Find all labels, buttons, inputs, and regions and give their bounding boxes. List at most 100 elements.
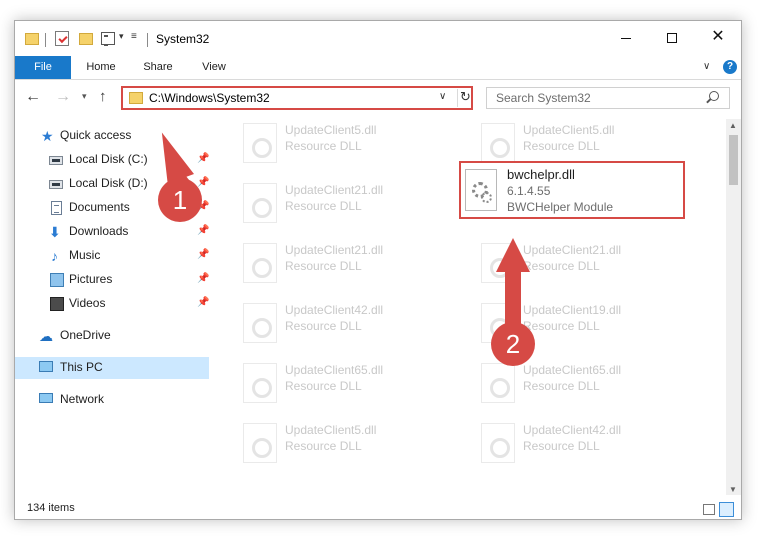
cloud-icon: ☁ [39, 328, 53, 344]
music-icon: ♪ [51, 248, 58, 264]
minimize-button[interactable] [603, 21, 649, 53]
view-options-icon[interactable] [101, 32, 115, 46]
file-item[interactable]: UpdateClient21.dll Resource DLL [473, 235, 703, 285]
file-item[interactable]: UpdateClient65.dll Resource DLL [235, 355, 465, 405]
file-version: 6.1.4.55 [507, 184, 551, 198]
sidebar-item-label: Music [69, 248, 101, 262]
back-arrow-icon[interactable]: ← [25, 88, 41, 106]
file-description: Resource DLL [285, 259, 362, 273]
sidebar-item-label: Local Disk (D:) [69, 176, 148, 190]
file-item[interactable]: UpdateClient42.dll Resource DLL [473, 415, 703, 465]
sidebar-item-label: Downloads [69, 224, 129, 238]
search-box[interactable]: Search System32 [486, 87, 730, 109]
file-description: Resource DLL [285, 319, 362, 333]
file-name: UpdateClient65.dll [285, 363, 384, 377]
file-name: UpdateClient19.dll [523, 303, 622, 317]
expand-ribbon-icon[interactable]: ∨ [703, 61, 710, 72]
sidebar-item-label: Network [60, 392, 105, 406]
properties-icon[interactable] [55, 31, 69, 46]
file-name: UpdateClient21.dll [285, 183, 384, 197]
documents-icon [51, 201, 62, 215]
file-description: Resource DLL [285, 139, 362, 153]
file-item[interactable]: UpdateClient42.dll Resource DLL [235, 295, 465, 345]
file-description: BWCHelper Module [507, 200, 614, 214]
pin-icon[interactable]: 📌 [197, 177, 209, 188]
file-description: Resource DLL [285, 199, 362, 213]
pin-icon[interactable]: 📌 [197, 225, 209, 236]
tab-home[interactable]: Home [77, 56, 125, 79]
item-count: 134 items [27, 502, 75, 514]
dll-file-icon [243, 423, 277, 463]
folder-icon[interactable] [25, 33, 39, 45]
up-arrow-icon[interactable]: ↑ [99, 88, 107, 105]
pin-icon[interactable]: 📌 [197, 297, 209, 308]
sidebar-item-quick-access[interactable]: ★ Quick access [15, 125, 209, 147]
tab-file[interactable]: File [15, 56, 71, 79]
toolbar-divider [147, 33, 148, 47]
file-item[interactable]: UpdateClient5.dll Resource DLL [473, 115, 703, 165]
dll-file-icon [481, 363, 515, 403]
highlighted-file-bwchelpr[interactable]: bwchelpr.dll 6.1.4.55 BWCHelper Module [459, 161, 685, 219]
dll-file-icon [243, 183, 277, 223]
sidebar-item-label: Local Disk (C:) [69, 152, 148, 166]
file-item[interactable]: UpdateClient21.dll Resource DLL [235, 175, 465, 225]
address-bar[interactable]: C:\Windows\System32 ∨ ↻ [121, 86, 473, 110]
file-name: bwchelpr.dll [507, 167, 575, 182]
sidebar-item-label: This PC [60, 360, 103, 374]
file-explorer-window: ▾ ≡ System32 ✕ File Home Share View ∨ ? … [14, 20, 742, 520]
close-button[interactable]: ✕ [695, 21, 741, 53]
file-name: UpdateClient21.dll [523, 243, 622, 257]
refresh-icon[interactable]: ↻ [457, 89, 473, 107]
search-icon[interactable] [709, 91, 719, 101]
sidebar-item-onedrive[interactable]: ☁ OneDrive [15, 325, 209, 347]
dll-gear-file-icon [465, 169, 497, 211]
scroll-up-icon[interactable]: ▲ [729, 121, 737, 130]
sidebar-item-videos[interactable]: Videos 📌 [15, 293, 209, 315]
navigation-bar: ← → ▾ ↑ C:\Windows\System32 ∨ ↻ Search S… [15, 81, 741, 115]
customize-toolbar-icon[interactable]: ≡ [131, 31, 137, 47]
vertical-scrollbar[interactable]: ▲ ▼ [726, 119, 741, 495]
step-1-badge: 1 [158, 178, 202, 222]
tab-share[interactable]: Share [135, 56, 181, 79]
status-bar: 134 items [15, 499, 741, 519]
recent-locations-icon[interactable]: ▾ [82, 91, 87, 102]
folder-icon [129, 92, 143, 104]
sidebar-item-local-disk-c[interactable]: Local Disk (C:) 📌 [15, 149, 209, 171]
scroll-down-icon[interactable]: ▼ [729, 485, 737, 494]
large-icons-view-icon[interactable] [719, 502, 734, 517]
file-name: UpdateClient42.dll [285, 303, 384, 317]
scrollbar-thumb[interactable] [729, 135, 738, 185]
tab-view[interactable]: View [191, 56, 237, 79]
dll-file-icon [481, 243, 515, 283]
forward-arrow-icon[interactable]: → [55, 88, 71, 106]
file-item[interactable]: UpdateClient21.dll Resource DLL [235, 235, 465, 285]
file-description: Resource DLL [285, 439, 362, 453]
file-description: Resource DLL [523, 439, 600, 453]
details-view-icon[interactable] [703, 504, 715, 515]
quick-access-dropdown-icon[interactable]: ▾ [119, 31, 124, 47]
pin-icon[interactable]: 📌 [197, 273, 209, 284]
pin-icon[interactable]: 📌 [197, 153, 209, 164]
maximize-button[interactable] [649, 21, 695, 53]
sidebar-item-pictures[interactable]: Pictures 📌 [15, 269, 209, 291]
file-description: Resource DLL [523, 139, 600, 153]
dll-file-icon [243, 123, 277, 163]
pin-icon[interactable]: 📌 [197, 249, 209, 260]
search-input[interactable]: Search System32 [496, 91, 591, 105]
help-icon[interactable]: ? [723, 60, 737, 74]
address-dropdown-icon[interactable]: ∨ [439, 91, 446, 102]
sidebar-item-this-pc[interactable]: This PC [15, 357, 209, 379]
sidebar-item-network[interactable]: Network [15, 389, 209, 411]
file-item[interactable]: UpdateClient5.dll Resource DLL [235, 115, 465, 165]
pictures-icon [50, 273, 64, 287]
ribbon-tabs: File Home Share View ∨ ? [15, 56, 741, 80]
toolbar-divider [45, 33, 46, 47]
file-item[interactable]: UpdateClient5.dll Resource DLL [235, 415, 465, 465]
address-path[interactable]: C:\Windows\System32 [149, 91, 270, 105]
dll-file-icon [481, 123, 515, 163]
dll-file-icon [243, 303, 277, 343]
sidebar-item-music[interactable]: ♪ Music 📌 [15, 245, 209, 267]
new-folder-icon[interactable] [79, 33, 93, 45]
download-icon: ⬇ [49, 224, 61, 240]
sidebar-item-downloads[interactable]: ⬇ Downloads 📌 [15, 221, 209, 243]
